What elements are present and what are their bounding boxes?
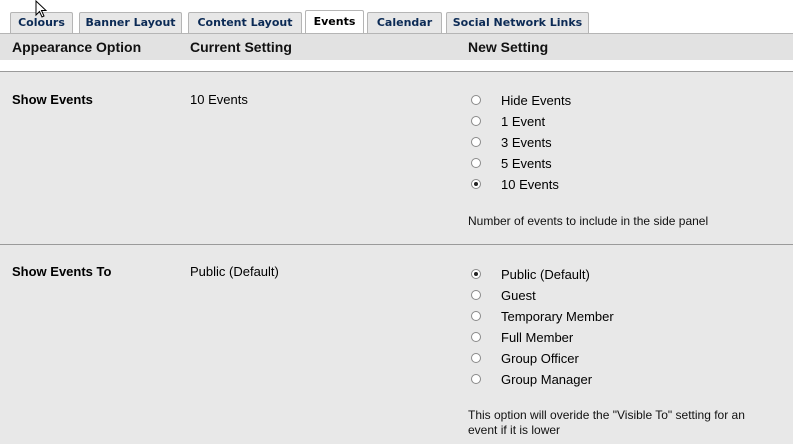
radio-button[interactable] — [471, 353, 481, 363]
radio-button[interactable] — [471, 116, 481, 126]
radio-button[interactable] — [471, 374, 481, 384]
help-text-line: This option will overide the "Visible To… — [468, 408, 745, 422]
radio-button-checked[interactable] — [471, 179, 481, 189]
radio-button[interactable] — [471, 158, 481, 168]
help-text-line: event if it is lower — [468, 423, 561, 437]
radio-button[interactable] — [471, 332, 481, 342]
radio-button[interactable] — [471, 290, 481, 300]
tab-calendar[interactable]: Calendar — [367, 12, 442, 33]
header-new-setting: New Setting — [468, 39, 549, 55]
tab-bar: Colours Banner Layout Content Layout Eve… — [0, 0, 793, 34]
table-header: Appearance Option Current Setting New Se… — [0, 33, 793, 60]
tab-events[interactable]: Events — [305, 10, 364, 34]
current-setting-show-events-to: Public (Default) — [190, 264, 279, 279]
option-name-show-events: Show Events — [12, 92, 93, 107]
radio-button[interactable] — [471, 95, 481, 105]
tab-banner-layout[interactable]: Banner Layout — [79, 12, 182, 33]
header-current-setting: Current Setting — [190, 39, 292, 55]
radio-button-checked[interactable] — [471, 269, 481, 279]
tab-content-layout[interactable]: Content Layout — [188, 12, 302, 33]
help-text-show-events: Number of events to include in the side … — [468, 214, 709, 228]
mouse-cursor-icon — [35, 0, 49, 18]
current-setting-show-events: 10 Events — [190, 92, 248, 107]
radio-button[interactable] — [471, 137, 481, 147]
header-appearance-option: Appearance Option — [12, 39, 142, 55]
option-name-show-events-to: Show Events To — [12, 264, 112, 279]
radio-button[interactable] — [471, 311, 481, 321]
tab-social-network-links[interactable]: Social Network Links — [446, 12, 589, 33]
help-text-show-events-to: This option will overide the "Visible To… — [468, 408, 745, 438]
